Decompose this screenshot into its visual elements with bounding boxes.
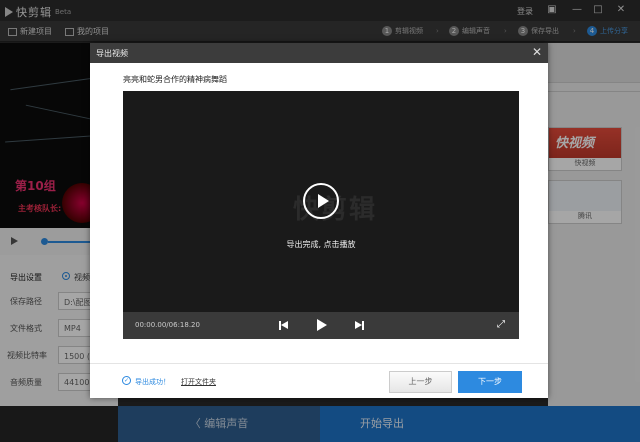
open-folder-link[interactable]: 打开文件夹 (181, 377, 216, 387)
video-player[interactable]: 快剪辑 导出完成, 点击播放 (123, 91, 519, 312)
next-icon[interactable] (355, 321, 365, 331)
video-title: 亮亮和蛇男合作的精神病舞蹈 (123, 75, 227, 84)
previous-icon[interactable] (279, 321, 289, 331)
export-dialog: 导出视频 ✕ 亮亮和蛇男合作的精神病舞蹈 快剪辑 导出完成, 点击播放 00:0… (90, 43, 548, 398)
export-complete-message: 导出完成, 点击播放 (286, 240, 356, 249)
dialog-header: 导出视频 ✕ (90, 43, 548, 63)
dialog-footer: ✓ 导出成功！ 打开文件夹 上一步 下一步 (90, 363, 548, 398)
big-play-icon[interactable] (303, 183, 339, 219)
close-icon[interactable]: ✕ (530, 45, 544, 59)
previous-step-button[interactable]: 上一步 (389, 371, 452, 393)
success-text: 导出成功！ (135, 378, 170, 386)
time-display: 00:00.00/06:18.20 (135, 321, 200, 329)
play-icon[interactable] (317, 319, 327, 331)
player-controls: 00:00.00/06:18.20 ⤢ (123, 312, 519, 339)
dialog-title: 导出视频 (96, 49, 128, 58)
next-step-button[interactable]: 下一步 (458, 371, 522, 393)
fullscreen-icon[interactable]: ⤢ (497, 320, 505, 330)
success-icon: ✓ (122, 376, 131, 385)
